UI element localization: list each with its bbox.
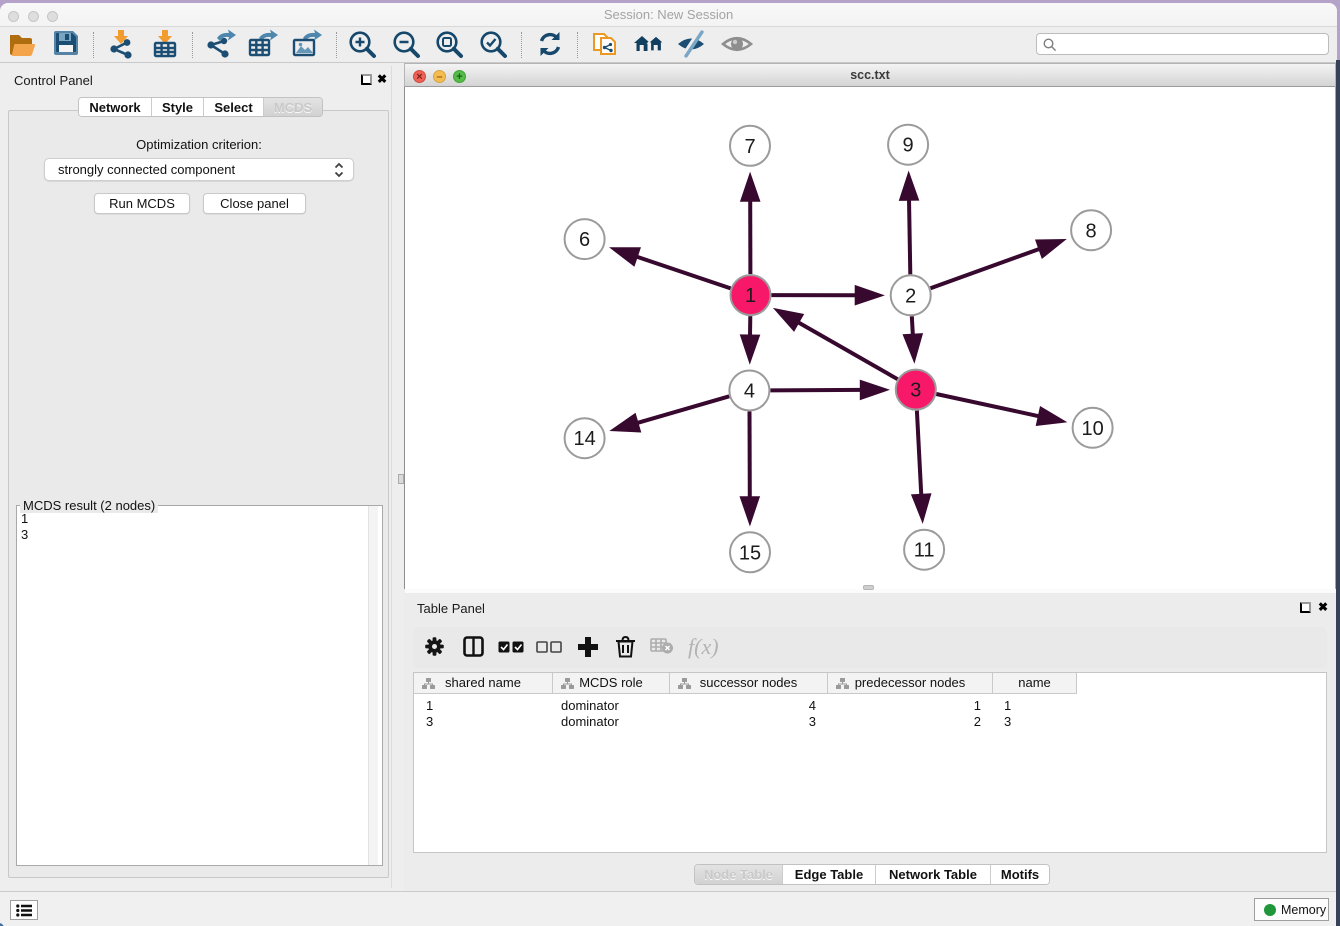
svg-text:15: 15	[739, 542, 761, 564]
svg-text:14: 14	[573, 428, 595, 450]
svg-text:3: 3	[910, 380, 921, 402]
svg-text:9: 9	[903, 135, 914, 157]
svg-text:4: 4	[744, 381, 755, 403]
svg-text:10: 10	[1081, 418, 1103, 440]
svg-text:11: 11	[914, 540, 935, 562]
svg-text:2: 2	[905, 285, 916, 307]
svg-text:6: 6	[579, 229, 590, 251]
svg-text:8: 8	[1086, 220, 1097, 242]
svg-text:7: 7	[744, 136, 755, 158]
svg-text:1: 1	[745, 285, 756, 307]
